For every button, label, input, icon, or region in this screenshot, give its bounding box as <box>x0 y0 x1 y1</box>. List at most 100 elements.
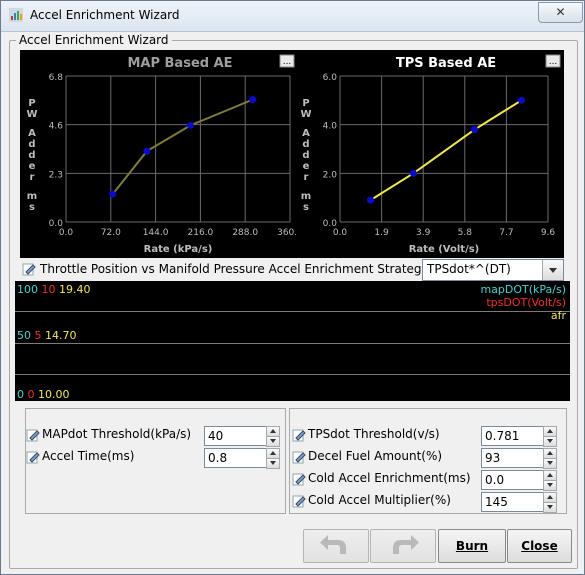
pencil-icon[interactable] <box>26 450 40 464</box>
burn-button[interactable]: Burn <box>438 529 506 563</box>
afr-mid: 14.70 <box>45 329 77 342</box>
param-value-input[interactable]: 93 <box>481 448 544 468</box>
mapdot-mid: 50 <box>17 329 31 342</box>
undo-icon <box>320 535 346 554</box>
left-param-spinner[interactable]: 0.8 <box>204 448 280 469</box>
y-axis-label-letter: W <box>26 109 37 120</box>
strategy-row: Throttle Position vs Manifold Pressure A… <box>20 259 565 281</box>
spinner-down-icon[interactable] <box>266 436 280 447</box>
right-row: Cold Accel Multiplier(%) <box>292 491 492 511</box>
x-tick-label: 3.9 <box>416 228 431 238</box>
param-label: Decel Fuel Amount(%) <box>308 449 443 463</box>
tps-chart: 0.0 1.9 3.9 5.8 7.7 9.6 0.0 2.0 4.0 6.0 TPS Based … <box>296 50 564 258</box>
pencil-icon[interactable] <box>292 494 306 508</box>
data-point <box>409 169 417 177</box>
gridline <box>15 374 570 375</box>
x-tick-label: 0.0 <box>59 228 74 238</box>
y-axis-label-letter: P <box>302 98 309 109</box>
more-button-label: ... <box>283 57 292 67</box>
left-param-spinner[interactable]: 40 <box>204 426 280 447</box>
pencil-icon[interactable] <box>292 450 306 464</box>
legend-afr: afr <box>550 309 566 322</box>
spinner-down-icon[interactable] <box>543 480 557 491</box>
right-param-spinner[interactable]: 93 <box>481 448 557 469</box>
right-param-spinner[interactable]: 0.0 <box>481 470 557 491</box>
x-axis-label: Rate (kPa/s) <box>144 244 213 255</box>
y-axis-label-letter: A <box>28 128 36 139</box>
close-button-label: Close <box>521 539 558 553</box>
y-axis-label-letter: W <box>300 109 311 120</box>
param-label: TPSdot Threshold(v/s) <box>308 427 440 441</box>
param-label: Cold Accel Enrichment(ms) <box>308 471 471 485</box>
y-axis-label-letter: m <box>27 191 37 202</box>
map-chart: 0.0 72.0 144.0 216.0 288.0 360.0 0.0 2.3 4.6 6.8 M… <box>20 50 298 258</box>
x-tick-label: 72.0 <box>101 228 121 238</box>
right-row: Cold Accel Enrichment(ms) <box>292 469 492 489</box>
burn-button-label: Burn <box>455 539 489 553</box>
y-axis-label-letter: r <box>30 172 35 183</box>
app-icon <box>9 8 23 22</box>
pencil-icon[interactable] <box>292 472 306 486</box>
y-tick-label: 4.0 <box>323 122 338 132</box>
x-tick-label: 7.7 <box>499 228 513 238</box>
y-axis-label-letter: d <box>302 150 309 161</box>
right-param-spinner[interactable]: 0.781 <box>481 426 557 447</box>
x-axis-label: Rate (Volt/s) <box>409 244 480 255</box>
param-value-input[interactable]: 0.8 <box>204 448 267 468</box>
left-row: MAPdot Threshold(kPa/s) <box>26 425 226 445</box>
right-param-spinner[interactable]: 145 <box>481 492 557 513</box>
chevron-down-icon[interactable] <box>542 260 563 280</box>
tps-chart-svg: 0.0 1.9 3.9 5.8 7.7 9.6 0.0 2.0 4.0 6.0 TPS Based … <box>296 50 564 258</box>
chart-title: MAP Based AE <box>127 56 232 71</box>
param-value-input[interactable]: 0.0 <box>481 470 544 490</box>
pencil-icon[interactable] <box>292 428 306 442</box>
runtime-monitor: 100 10 19.40 50 5 14.70 0 0 10.00 mapDOT… <box>15 281 570 401</box>
spinner-down-icon[interactable] <box>266 458 280 469</box>
afr-min: 10.00 <box>38 388 70 401</box>
pencil-icon[interactable] <box>26 428 40 442</box>
x-tick-label: 216.0 <box>188 228 214 238</box>
data-point <box>471 126 479 134</box>
spinner-down-icon[interactable] <box>543 502 557 513</box>
param-value-input[interactable]: 0.781 <box>481 426 544 446</box>
data-point <box>249 96 257 104</box>
x-tick-label: 144.0 <box>143 228 169 238</box>
param-label: Accel Time(ms) <box>42 449 135 463</box>
y-tick-label: 0.0 <box>323 219 338 229</box>
strategy-select[interactable]: TPSdot*^(DT) <box>422 259 564 281</box>
redo-icon <box>393 535 419 554</box>
data-point <box>367 196 375 204</box>
data-point <box>186 121 194 129</box>
y-axis-label-letter: e <box>303 161 310 172</box>
close-icon: ✕ <box>555 5 566 19</box>
y-tick-label: 6.0 <box>323 73 338 83</box>
monitor-bottom-values: 0 0 10.00 <box>17 388 70 401</box>
window-close-button[interactable]: ✕ <box>538 2 583 23</box>
spinner-down-icon[interactable] <box>543 436 557 447</box>
y-axis-label-letter: P <box>28 98 35 109</box>
redo-button[interactable] <box>370 529 436 563</box>
map-chart-svg: 0.0 72.0 144.0 216.0 288.0 360.0 0.0 2.3 4.6 6.8 M… <box>20 50 298 258</box>
x-tick-label: 5.8 <box>458 228 473 238</box>
x-tick-label: 9.6 <box>541 228 556 238</box>
chart-title: TPS Based AE <box>396 56 496 71</box>
strategy-label: Throttle Position vs Manifold Pressure A… <box>40 262 429 276</box>
gridline <box>15 343 570 344</box>
data-point <box>143 147 151 155</box>
y-axis-label-letter: m <box>301 191 311 202</box>
group-title: Accel Enrichment Wizard <box>16 33 172 47</box>
y-axis-label-letter: s <box>303 202 309 213</box>
pencil-icon[interactable] <box>22 262 36 276</box>
close-button[interactable]: Close <box>507 529 572 563</box>
param-value-input[interactable]: 145 <box>481 492 544 512</box>
mapdot-min: 0 <box>17 388 24 401</box>
param-value-input[interactable]: 40 <box>204 426 267 446</box>
spinner-down-icon[interactable] <box>543 458 557 469</box>
tpsdot-max: 10 <box>41 283 56 296</box>
y-axis-label-letter: d <box>28 139 35 150</box>
monitor-mid-values: 50 5 14.70 <box>17 329 77 342</box>
monitor-top-values: 100 10 19.40 <box>17 283 91 296</box>
data-point <box>109 190 117 198</box>
y-tick-label: 2.0 <box>323 170 338 180</box>
undo-button[interactable] <box>303 529 369 563</box>
